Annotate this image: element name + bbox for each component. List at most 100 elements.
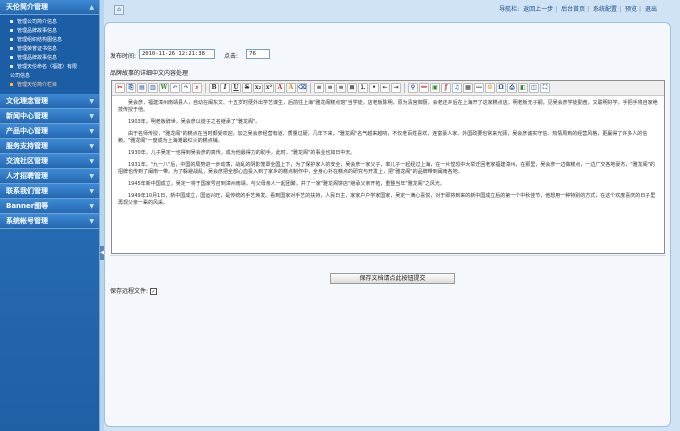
horizontal-rule-icon[interactable]: ― — [474, 83, 484, 93]
italic-icon[interactable]: I — [220, 83, 230, 93]
content-paragraph: 1945年新中国成立，吴定一将于国家号召到漳州南靖，与父母亲人一起团聚，并了一家… — [128, 181, 445, 187]
sidebar-section-label: 系统帐号管理 — [6, 217, 48, 225]
sidebar-section-banner[interactable]: Banner图等 ▼ — [0, 199, 99, 214]
align-right-icon[interactable]: ≡ — [336, 83, 346, 93]
bullet-icon — [10, 29, 13, 32]
emoticon-icon[interactable]: ☺ — [485, 83, 495, 93]
bullet-icon — [10, 83, 13, 86]
image-icon[interactable]: ▣ — [430, 83, 440, 93]
unordered-list-icon[interactable]: • — [369, 83, 379, 93]
justify-icon[interactable]: ≣ — [347, 83, 357, 93]
sidebar-section-accounts[interactable]: 系统帐号管理 ▼ — [0, 214, 99, 229]
paste-word-icon[interactable]: W — [159, 83, 169, 93]
sidebar-item-label: 管理品牌故事信息 — [17, 55, 58, 61]
chevron-down-icon: ▼ — [89, 158, 94, 165]
admin-home-link[interactable]: 后台首页 — [561, 6, 585, 13]
sidebar-section-jobs[interactable]: 人才招聘管理 ▼ — [0, 169, 99, 184]
font-color-icon[interactable]: A — [275, 83, 285, 93]
underline-icon[interactable]: U — [231, 83, 241, 93]
sidebar-item-company-intro[interactable]: 管理公司简介信息 — [0, 18, 99, 27]
editor-content[interactable]: 吴会彦，福建漳州南靖县人，自幼在闽东文、十五岁时便外出学艺谋生，后前往上海"雅龙… — [112, 96, 664, 253]
fullscreen-icon[interactable]: ⛶ — [540, 83, 550, 93]
sidebar-item-org-chart[interactable]: 管理组织结构图信息 — [0, 36, 99, 45]
chevron-down-icon: ▼ — [89, 98, 94, 105]
flash-icon[interactable]: ƒ — [441, 83, 451, 93]
content-paragraph: 由于名师传授，"雅龙阁"的糕点在当时颇受欢迎，加之吴会彦经营有道、质量过硬，几年… — [118, 131, 648, 144]
submit-button[interactable]: 保存文档请点此按钮提交 — [330, 273, 455, 284]
sidebar-section-support[interactable]: 服务支持管理 ▼ — [0, 139, 99, 154]
unlink-icon[interactable]: ⚯ — [419, 83, 429, 93]
sidebar-section-label: 交流社区管理 — [6, 157, 48, 165]
home-icon[interactable]: ⌂ — [114, 5, 124, 15]
align-left-icon[interactable]: ≡ — [314, 83, 324, 93]
system-config-link[interactable]: 系统配置 — [593, 6, 617, 13]
topnav-label: 导航栏: — [499, 6, 520, 13]
find-icon[interactable]: ⌕ — [192, 83, 202, 93]
editor-toolbar: ✂ ⎘ ▤ ▥ W ↶ ↷ ⌕ B I U S x₂ x² A A ⌫ ≡ ≡ … — [112, 81, 664, 96]
paste-icon[interactable]: ▤ — [137, 83, 147, 93]
sidebar-item-about-column[interactable]: 管理天伦简介栏目 — [0, 81, 99, 90]
divider — [110, 255, 666, 256]
subscript-icon[interactable]: x₂ — [253, 83, 263, 93]
sidebar-item-label: 管理品牌故事信息 — [17, 28, 58, 34]
chevron-down-icon: ▼ — [89, 173, 94, 180]
sidebar-section-culture[interactable]: 文化理念管理 ▼ — [0, 94, 99, 109]
sidebar-item-brand-story-2[interactable]: 管理品牌故事信息 — [0, 54, 99, 63]
sidebar-section-contact[interactable]: 联系我们管理 ▼ — [0, 184, 99, 199]
sidebar-item-label: 管理公司简介信息 — [17, 19, 58, 25]
bold-icon[interactable]: B — [209, 83, 219, 93]
bullet-icon — [10, 47, 13, 50]
cut-icon[interactable]: ✂ — [115, 83, 125, 93]
indent-icon[interactable]: ⇥ — [391, 83, 401, 93]
table-icon[interactable]: ▦ — [463, 83, 473, 93]
chevron-down-icon: ▼ — [89, 188, 94, 195]
chevron-down-icon: ▼ — [89, 203, 94, 210]
sidebar-section-label: 联系我们管理 — [6, 187, 48, 195]
ordered-list-icon[interactable]: ⒈ — [358, 83, 368, 93]
content-paragraph: 1931年，"九一八"后，中国的局势进一步动荡，战乱的阴影笼罩全国上下，为了保护… — [118, 162, 655, 175]
highlight-icon[interactable]: A — [286, 83, 296, 93]
sidebar-item-fujian-company[interactable]: 管理天伦命名（福建）有限 — [0, 63, 99, 72]
preview-link[interactable]: 预览 — [625, 6, 637, 13]
sidebar-item-label: 公司信息 — [10, 73, 31, 79]
sidebar-item-fujian-company-cont[interactable]: 公司信息 — [0, 72, 99, 81]
sidebar-section-news[interactable]: 新闻中心管理 ▼ — [0, 109, 99, 124]
source-code-icon[interactable]: ◧ — [518, 83, 528, 93]
rich-text-editor[interactable]: ✂ ⎘ ▤ ▥ W ↶ ↷ ⌕ B I U S x₂ x² A A ⌫ ≡ ≡ … — [111, 80, 665, 254]
copy-icon[interactable]: ⎘ — [126, 83, 136, 93]
chevron-down-icon: ▼ — [89, 113, 94, 120]
sidebar-item-honors[interactable]: 管理荣誉证书信息 — [0, 45, 99, 54]
outdent-icon[interactable]: ⇤ — [380, 83, 390, 93]
sidebar-section-community[interactable]: 交流社区管理 ▼ — [0, 154, 99, 169]
undo-icon[interactable]: ↶ — [170, 83, 180, 93]
sidebar-section-about[interactable]: 天伦简介管理 ▲ — [0, 0, 99, 15]
logout-link[interactable]: 退出 — [645, 6, 657, 13]
sidebar-section-label: 文化理念管理 — [6, 97, 48, 105]
time-label: 发布时间: — [110, 53, 137, 60]
clicks-input[interactable]: 76 — [246, 49, 270, 59]
save-remote-checkbox[interactable]: ✓ — [150, 288, 158, 295]
redo-icon[interactable]: ↷ — [181, 83, 191, 93]
save-remote-row: 保存远程文件: ✓ — [110, 286, 158, 295]
content-label: 品牌故事的详细中文内容处理 — [110, 70, 189, 77]
sidebar-submenu: 管理公司简介信息 管理品牌故事信息 管理组织结构图信息 管理荣誉证书信息 管理品… — [0, 15, 99, 94]
sidebar-item-brand-story[interactable]: 管理品牌故事信息 — [0, 27, 99, 36]
link-icon[interactable]: ⚲ — [408, 83, 418, 93]
preview-icon[interactable]: ◫ — [529, 83, 539, 93]
align-center-icon[interactable]: ≡ — [325, 83, 335, 93]
sidebar-section-products[interactable]: 产品中心管理 ▼ — [0, 124, 99, 139]
superscript-icon[interactable]: x² — [264, 83, 274, 93]
top-bar: ⌂ 导航栏: 返回上一步 | 后台首页 | 系统配置 | 预览 | 退出 — [104, 0, 680, 22]
special-char-icon[interactable]: Ω — [496, 83, 506, 93]
paste-text-icon[interactable]: ▥ — [148, 83, 158, 93]
content-paragraph: 吴会彦，福建漳州南靖县人，自幼在闽东文、十五岁时便外出学艺谋生，后前往上海"雅龙… — [118, 100, 658, 113]
publish-time-input[interactable]: 2010-11-26 12:21:38 — [139, 49, 215, 59]
media-icon[interactable]: ♫ — [452, 83, 462, 93]
page-break-icon[interactable]: ⎙ — [507, 83, 517, 93]
back-link[interactable]: 返回上一步 — [523, 6, 553, 13]
content-paragraph: 1949年10月1日，新中国成立，国运兴旺，是传统的手艺焕发。看到国家对手艺的扶… — [118, 193, 656, 206]
strikethrough-icon[interactable]: S — [242, 83, 252, 93]
sidebar-item-label: 管理荣誉证书信息 — [17, 46, 58, 52]
remove-format-icon[interactable]: ⌫ — [297, 83, 307, 93]
sidebar: 天伦简介管理 ▲ 管理公司简介信息 管理品牌故事信息 管理组织结构图信息 管理荣誉… — [0, 0, 99, 431]
